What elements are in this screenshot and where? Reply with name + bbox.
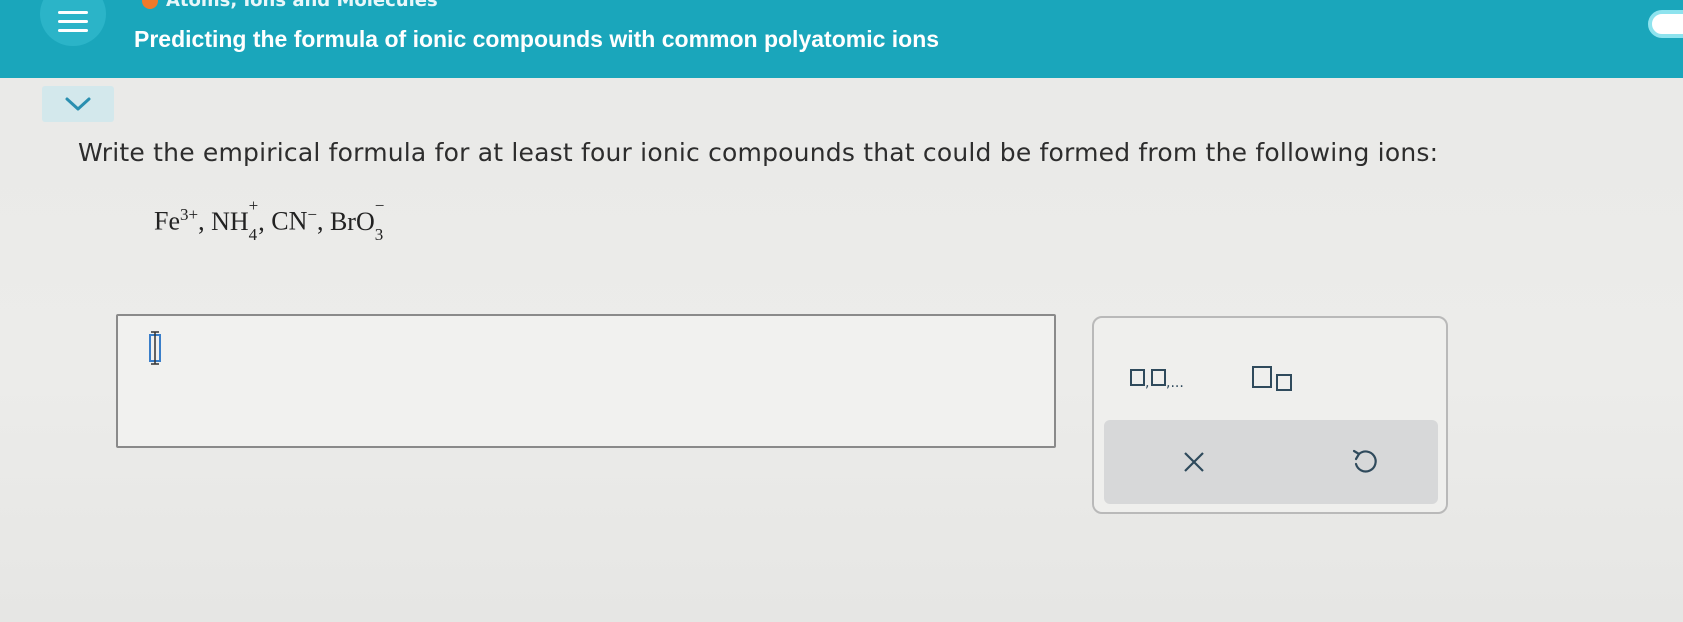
breadcrumb-status-dot	[142, 0, 158, 9]
ion-fe: Fe3+,	[154, 205, 205, 236]
insert-list-button[interactable]: , ,...	[1124, 358, 1214, 398]
math-palette: , ,...	[1092, 316, 1448, 514]
undo-icon	[1352, 449, 1377, 473]
hamburger-icon	[58, 11, 88, 14]
ion-nh4: NH +4,	[211, 195, 265, 244]
undo-button[interactable]	[1334, 440, 1394, 484]
text-cursor-icon	[149, 331, 161, 365]
question-instruction: Write the empirical formula for at least…	[78, 138, 1439, 167]
clear-button[interactable]	[1164, 440, 1224, 484]
breadcrumb-label: Atoms, Ions and Molecules	[166, 0, 438, 11]
page-title: Predicting the formula of ionic compound…	[134, 26, 940, 52]
collapse-button[interactable]	[42, 86, 114, 122]
ion-cn: CN−,	[271, 205, 324, 236]
svg-text:,: ,	[1145, 375, 1149, 390]
subscript-icon	[1252, 366, 1292, 391]
ion-bro3: BrO −3	[329, 195, 385, 244]
top-bar: Atoms, Ions and Molecules Predicting the…	[0, 0, 1683, 78]
svg-text:,...: ,...	[1166, 375, 1184, 390]
insert-subscript-button[interactable]	[1242, 358, 1312, 398]
ion-list: Fe3+, NH +4, CN−, BrO −3	[154, 195, 385, 244]
chevron-down-icon	[65, 97, 91, 111]
progress-pill[interactable]	[1648, 10, 1683, 38]
palette-action-bar	[1104, 420, 1438, 504]
comma-list-icon: , ,...	[1130, 369, 1184, 390]
menu-button[interactable]	[40, 0, 106, 46]
answer-input[interactable]	[116, 314, 1056, 448]
close-icon	[1184, 452, 1204, 472]
breadcrumb[interactable]: Atoms, Ions and Molecules	[142, 0, 438, 11]
